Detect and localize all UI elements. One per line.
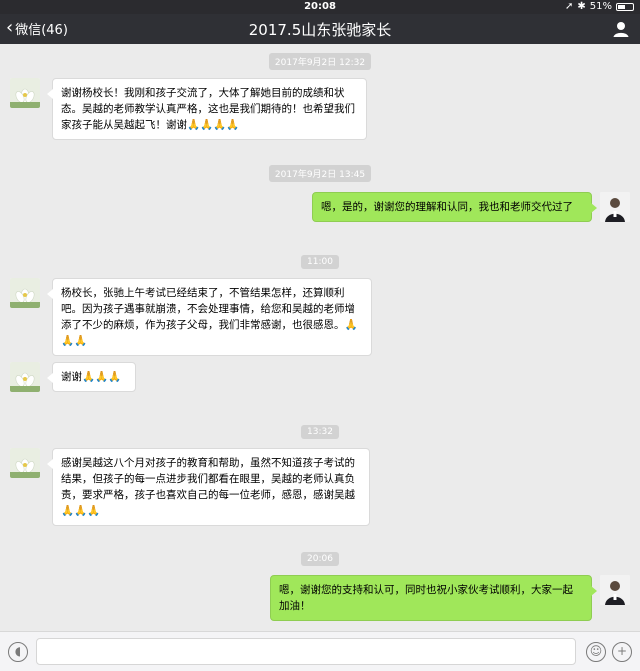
status-bar: 20:08 ➚ ✱ 51% [0, 0, 640, 14]
message-bubble[interactable]: 嗯，谢谢您的支持和认可，同时也祝小家伙考试顺利，大家一起加油！ [270, 575, 597, 621]
add-icon[interactable]: + [612, 642, 632, 662]
timestamp: 20:06 [0, 546, 640, 566]
avatar-parent[interactable] [10, 362, 40, 392]
timestamp: 11:00 [0, 249, 640, 269]
battery-percent: 51% [589, 1, 612, 12]
timestamp: 13:32 [0, 419, 640, 439]
avatar-self[interactable] [600, 575, 630, 605]
user-icon[interactable] [612, 20, 630, 38]
person-avatar-icon [600, 192, 630, 222]
avatar-parent[interactable] [10, 278, 40, 308]
status-right: ➚ ✱ 51% [565, 1, 634, 12]
avatar-parent[interactable] [10, 448, 40, 478]
lotus-avatar-icon [10, 448, 40, 478]
avatar-self[interactable] [600, 192, 630, 222]
battery-icon [616, 2, 634, 11]
input-bar: ◖ ☺ + [0, 631, 640, 671]
message-bubble[interactable]: 杨校长，张驰上午考试已经结束了，不管结果怎样，还算顺利吧。因为孩子遇事就崩溃，不… [47, 278, 372, 356]
location-icon: ➚ [564, 1, 574, 12]
status-time: 20:08 [304, 1, 336, 12]
lotus-avatar-icon [10, 278, 40, 308]
chat-title: 2017.5山东张驰家长 [248, 21, 392, 39]
timestamp: 2017年9月2日 13:45 [0, 162, 640, 182]
message-bubble[interactable]: 谢谢杨校长！我刚和孩子交流了，大体了解她目前的成绩和状态。吴越的老师教学认真严格… [47, 78, 367, 140]
message-bubble[interactable]: 谢谢🙏🙏🙏 [47, 362, 136, 392]
nav-bar: ‹ 微信(46) 2017.5山东张驰家长 [0, 14, 640, 44]
person-avatar-icon [600, 575, 630, 605]
chat-area[interactable]: 2017年9月2日 12:32 谢谢杨校长！我刚和孩子交流了，大体了解她目前的成… [0, 44, 640, 631]
message-bubble[interactable]: 感谢吴越这八个月对孩子的教育和帮助，虽然不知道孩子考试的结果，但孩子的每一点进步… [47, 448, 370, 526]
message-input[interactable] [36, 638, 576, 665]
avatar-parent[interactable] [10, 78, 40, 108]
emoji-icon[interactable]: ☺ [586, 642, 606, 662]
message-bubble[interactable]: 嗯，是的，谢谢您的理解和认同，我也和老师交代过了 [312, 192, 597, 222]
battery-fill [618, 4, 625, 9]
timestamp: 2017年9月2日 12:32 [0, 50, 640, 70]
lotus-avatar-icon [10, 78, 40, 108]
bluetooth-icon: ✱ [577, 1, 586, 12]
voice-icon[interactable]: ◖ [8, 642, 28, 662]
lotus-avatar-icon [10, 362, 40, 392]
